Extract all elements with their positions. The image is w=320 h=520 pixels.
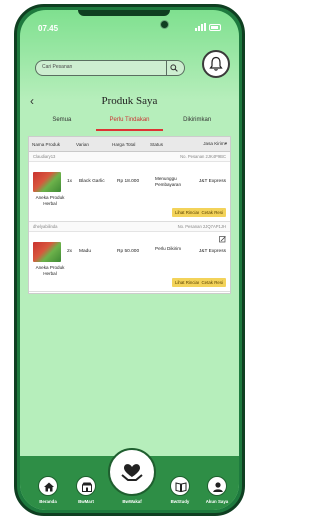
battery-icon bbox=[209, 23, 221, 31]
shop-name: dhelyabilinda bbox=[33, 224, 58, 229]
nav-akun-circle bbox=[207, 476, 227, 496]
status-time: 07.45 bbox=[38, 24, 59, 33]
shop-header: Claudiary13 No. Pesanan 2JK4P9BC bbox=[29, 152, 230, 162]
bottom-nav: Beranda BwMart BwWakaf BwStudy Akun Saya bbox=[20, 448, 239, 510]
app-screen: 07.45 Cari Pesanan ‹ Produk Saya Semua P… bbox=[20, 10, 239, 510]
signal-icon bbox=[195, 23, 206, 31]
col-header-product: Nama Produk bbox=[32, 141, 61, 147]
product-thumbnail bbox=[33, 242, 61, 262]
home-icon bbox=[44, 482, 54, 492]
bell-icon bbox=[209, 56, 223, 71]
nav-label: BwMart bbox=[78, 499, 94, 504]
top-bar: Cari Pesanan bbox=[20, 50, 239, 84]
title-bar: ‹ Produk Saya bbox=[20, 91, 239, 111]
nav-label: BwWakaf bbox=[122, 499, 142, 504]
nav-akun-saya[interactable]: Akun Saya bbox=[197, 476, 237, 504]
product-name: Aneka Produk Herbal bbox=[35, 195, 65, 206]
quantity: 1x bbox=[67, 179, 73, 184]
tab-bar: Semua Perlu Tindakan Dikirimkan bbox=[28, 113, 231, 131]
variant: Black Garlic bbox=[79, 179, 105, 184]
page-title: Produk Saya bbox=[101, 95, 158, 107]
tab-perlu-tindakan[interactable]: Perlu Tindakan bbox=[95, 113, 164, 131]
order-number: No. Pesanan 2JK4P9BC bbox=[180, 154, 226, 159]
search-input[interactable]: Cari Pesanan bbox=[35, 60, 185, 76]
sort-icon: ▾ bbox=[224, 141, 227, 146]
variant: Madu bbox=[79, 249, 91, 254]
nav-bwstudy[interactable]: BwStudy bbox=[160, 476, 200, 504]
notification-button[interactable] bbox=[202, 50, 230, 78]
table-header: Nama Produk Varian Harga Total Status Ja… bbox=[29, 137, 230, 152]
shop-header: dhelyabilinda No. Pesanan 2JQ7AP1JH bbox=[29, 222, 230, 232]
notch bbox=[78, 10, 170, 16]
phone-frame: 07.45 Cari Pesanan ‹ Produk Saya Semua P… bbox=[14, 4, 245, 516]
nav-bwwakaf[interactable] bbox=[108, 448, 156, 496]
tab-semua[interactable]: Semua bbox=[28, 113, 96, 131]
store-icon bbox=[82, 482, 92, 492]
product-name: Aneka Produk Herbal bbox=[35, 265, 65, 276]
quantity: 2x bbox=[67, 249, 73, 254]
status-bar: 07.45 bbox=[20, 10, 239, 44]
heart-hands-icon bbox=[121, 464, 143, 481]
courier: J&T Express bbox=[198, 179, 226, 184]
total-price: Rp 50.000 bbox=[117, 249, 140, 254]
book-icon bbox=[175, 482, 187, 493]
nav-label: Akun Saya bbox=[205, 499, 229, 504]
nav-bwmart[interactable]: BwMart bbox=[66, 476, 106, 504]
signal-battery bbox=[195, 23, 221, 31]
nav-beranda-circle bbox=[38, 476, 58, 496]
total-price: Rp 18.000 bbox=[117, 179, 140, 184]
shop-name: Claudiary13 bbox=[33, 154, 56, 159]
order-status: Menunggu Pembayaran bbox=[155, 176, 182, 187]
col-header-courier[interactable]: Jasa Kirim▾ bbox=[190, 141, 227, 147]
nav-bwstudy-circle bbox=[170, 476, 190, 496]
nav-bwmart-circle bbox=[76, 476, 96, 496]
col-header-variant: Varian bbox=[76, 141, 89, 147]
tab-dikirimkan[interactable]: Dikirimkan bbox=[163, 113, 231, 131]
nav-label: BwStudy bbox=[170, 499, 190, 504]
nav-label: Beranda bbox=[39, 499, 57, 504]
order-number: No. Pesanan 2JQ7AP1JH bbox=[177, 224, 226, 229]
search-placeholder: Cari Pesanan bbox=[42, 64, 73, 70]
product-thumbnail bbox=[33, 172, 61, 192]
print-receipt-button[interactable]: Cetak Resi bbox=[198, 208, 226, 217]
col-header-price: Harga Total bbox=[112, 141, 136, 147]
order-status: Perlu Dikirim bbox=[155, 246, 182, 251]
col-header-courier-label: Jasa Kirim bbox=[203, 141, 225, 146]
search-button[interactable] bbox=[166, 61, 180, 75]
order-table: Nama Produk Varian Harga Total Status Ja… bbox=[28, 136, 231, 294]
nav-beranda[interactable]: Beranda bbox=[28, 476, 68, 504]
table-row[interactable]: Aneka Produk Herbal 1x Black Garlic Rp 1… bbox=[29, 162, 230, 222]
courier: J&T Express bbox=[198, 249, 226, 254]
print-receipt-button[interactable]: Cetak Resi bbox=[198, 278, 226, 287]
camera-icon bbox=[160, 20, 169, 29]
search-icon bbox=[170, 64, 178, 72]
user-icon bbox=[213, 482, 223, 492]
edit-icon[interactable] bbox=[219, 236, 226, 243]
col-header-status: Status bbox=[150, 141, 164, 147]
table-row[interactable]: Aneka Produk Herbal 2x Madu Rp 50.000 Pe… bbox=[29, 232, 230, 292]
